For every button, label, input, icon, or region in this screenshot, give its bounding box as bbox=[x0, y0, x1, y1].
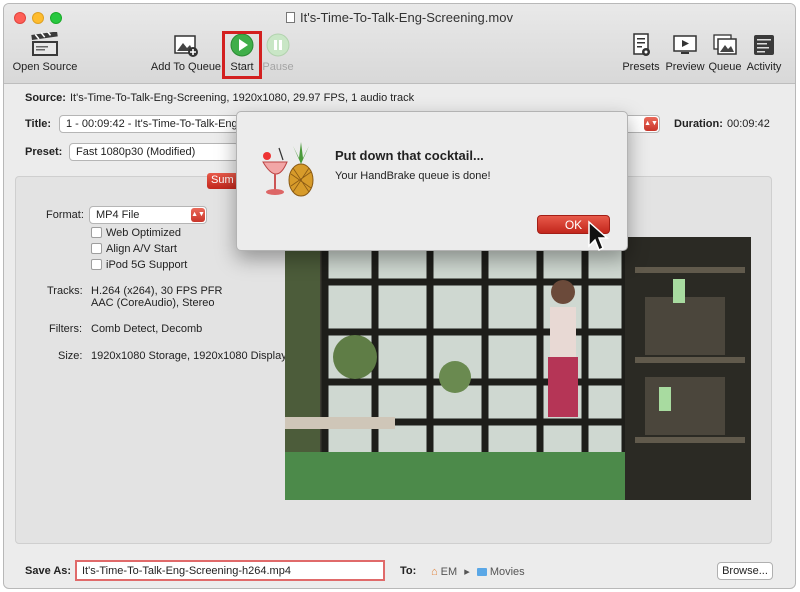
open-source-button[interactable]: Open Source bbox=[12, 32, 78, 73]
tab-summary[interactable]: Sum bbox=[207, 173, 237, 189]
preset-select[interactable]: Fast 1080p30 (Modified) bbox=[69, 143, 239, 161]
web-optimized-checkbox[interactable] bbox=[91, 227, 102, 238]
tracks-label: Tracks: bbox=[47, 285, 83, 297]
source-value: It's-Time-To-Talk-Eng-Screening, 1920x10… bbox=[70, 92, 415, 104]
save-as-label: Save As: bbox=[25, 565, 72, 577]
duration-label: Duration: bbox=[674, 118, 723, 130]
presets-icon bbox=[633, 33, 650, 56]
handbrake-window: It's-Time-To-Talk-Eng-Screening.mov Open… bbox=[3, 3, 796, 589]
clapperboard-icon bbox=[31, 32, 58, 56]
document-icon bbox=[286, 12, 296, 23]
preview-button[interactable]: Preview bbox=[664, 32, 706, 73]
web-optimized-label: Web Optimized bbox=[106, 227, 181, 239]
size-value: 1920x1080 Storage, 1920x1080 Display bbox=[91, 350, 287, 362]
window-title: It's-Time-To-Talk-Eng-Screening.mov bbox=[4, 10, 795, 25]
align-av-start-checkbox[interactable] bbox=[91, 243, 102, 254]
start-button-highlight bbox=[222, 31, 262, 79]
activity-button[interactable]: Activity bbox=[744, 32, 784, 73]
ipod-5g-support-label: iPod 5G Support bbox=[106, 259, 188, 271]
queue-done-dialog: Put down that cocktail... Your HandBrake… bbox=[236, 111, 628, 251]
save-as-field[interactable]: It's-Time-To-Talk-Eng-Screening-h264.mp4 bbox=[75, 560, 385, 581]
format-label: Format: bbox=[46, 209, 84, 221]
monitor-icon bbox=[673, 35, 697, 54]
duration-value: 00:09:42 bbox=[727, 118, 770, 130]
destination-label: To: bbox=[400, 565, 417, 577]
queue-button[interactable]: Queue bbox=[707, 32, 743, 73]
destination-path[interactable]: ⌂ EM ▸ Movies bbox=[431, 565, 525, 578]
align-av-start-label: Align A/V Start bbox=[106, 243, 177, 255]
chevron-updown-icon: ▲▼ bbox=[191, 208, 205, 222]
size-label: Size: bbox=[58, 350, 83, 362]
home-icon: ⌂ bbox=[431, 566, 438, 578]
browse-button[interactable]: Browse... bbox=[717, 562, 773, 580]
folder-icon bbox=[476, 568, 487, 576]
tracks-video-value: H.264 (x264), 30 FPS PFR bbox=[91, 285, 223, 297]
presets-button[interactable]: Presets bbox=[621, 32, 661, 73]
mouse-cursor-icon bbox=[588, 220, 609, 252]
pause-button[interactable]: Pause bbox=[260, 32, 296, 73]
add-to-queue-button[interactable]: Add To Queue bbox=[150, 32, 222, 73]
dialog-message: Your HandBrake queue is done! bbox=[335, 170, 491, 182]
handbrake-app-icon bbox=[262, 142, 314, 197]
activity-log-icon bbox=[754, 35, 774, 55]
preset-label: Preset: bbox=[25, 146, 63, 158]
chevron-updown-icon: ▲▼ bbox=[644, 117, 658, 131]
format-select[interactable]: MP4 File ▲▼ bbox=[89, 206, 207, 224]
dialog-title: Put down that cocktail... bbox=[335, 148, 484, 163]
photo-stack-icon bbox=[713, 34, 737, 55]
pause-icon bbox=[266, 33, 290, 57]
filters-label: Filters: bbox=[49, 323, 82, 335]
source-label: Source: bbox=[25, 92, 66, 104]
tracks-audio-value: AAC (CoreAudio), Stereo bbox=[91, 297, 215, 309]
add-photo-icon bbox=[174, 35, 198, 57]
filters-value: Comb Detect, Decomb bbox=[91, 323, 203, 335]
title-label: Title: bbox=[25, 118, 52, 130]
titlebar: It's-Time-To-Talk-Eng-Screening.mov Open… bbox=[4, 4, 795, 84]
ipod-5g-support-checkbox[interactable] bbox=[91, 259, 102, 270]
preview-image bbox=[285, 237, 751, 500]
